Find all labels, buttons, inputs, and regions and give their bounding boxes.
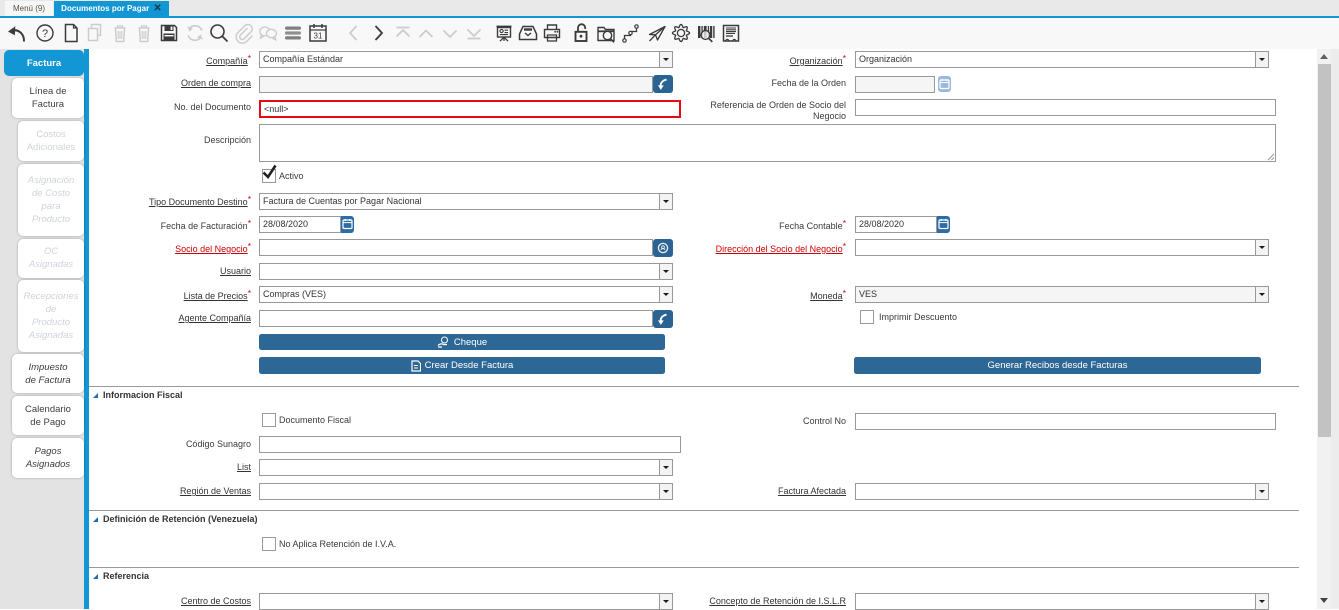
svg-text:31: 31	[314, 32, 323, 41]
svg-text:?: ?	[42, 28, 48, 40]
